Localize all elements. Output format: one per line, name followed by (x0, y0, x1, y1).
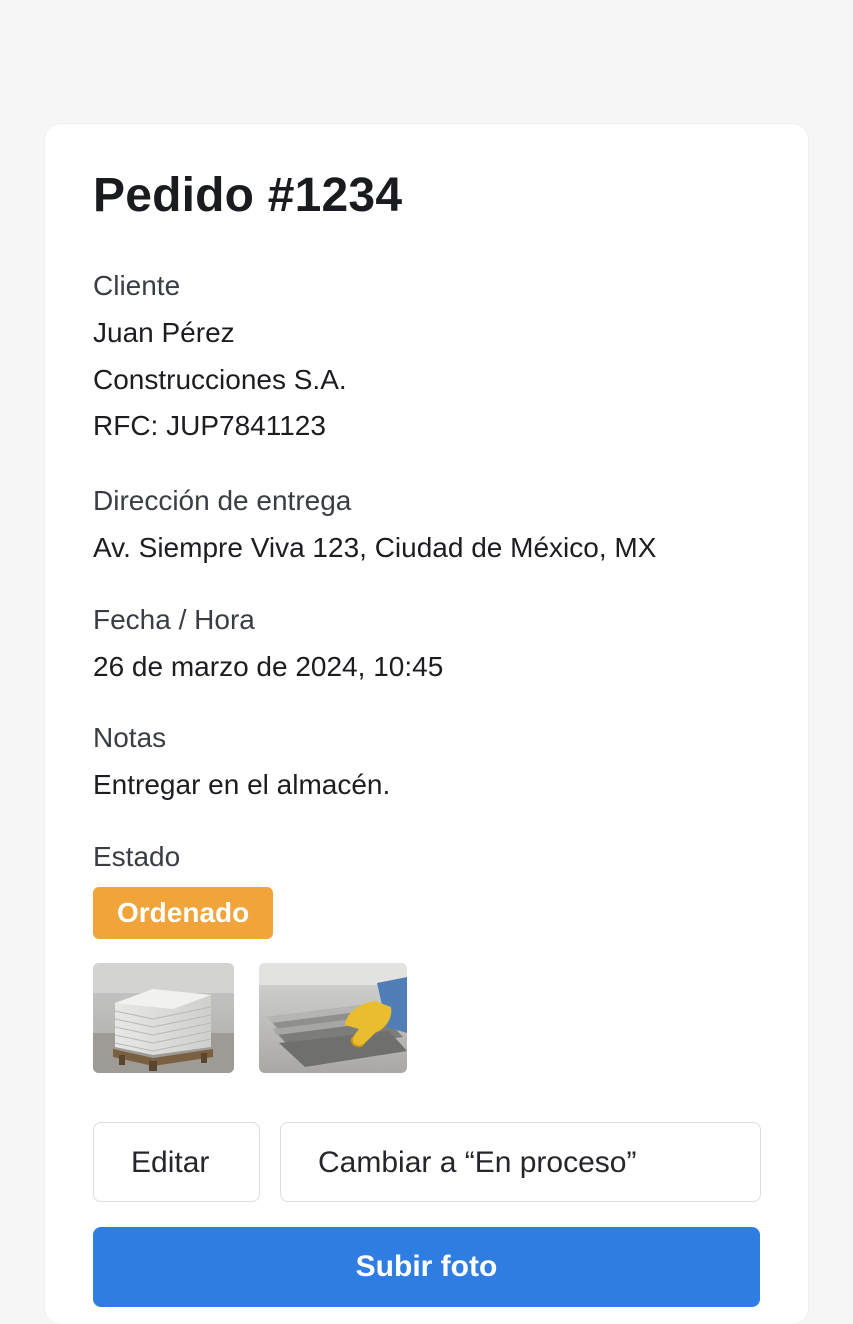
delivery-address: Av. Siempre Viva 123, Ciudad de México, … (93, 532, 657, 563)
status-label: Estado (93, 841, 181, 872)
status-badge: Ordenado (93, 887, 274, 939)
notes-value: Entregar en el almacén. (93, 769, 391, 800)
client-company: Construcciones S.A. (93, 364, 347, 395)
datetime-value: 26 de marzo de 2024, 10:45 (93, 651, 444, 682)
gloved-hand-slabs-image (259, 963, 407, 1073)
order-card: Pedido #1234 Cliente Juan Pérez Construc… (45, 124, 808, 1324)
datetime-label: Fecha / Hora (93, 604, 255, 635)
delivery-address-label: Dirección de entrega (93, 485, 352, 516)
pallet-slabs-image (93, 963, 234, 1073)
page-title: Pedido #1234 (93, 169, 403, 222)
upload-photo-button[interactable]: Subir foto (93, 1227, 760, 1307)
change-status-button[interactable]: Cambiar a “En proceso” (280, 1122, 761, 1202)
edit-button[interactable]: Editar (93, 1122, 260, 1202)
client-name: Juan Pérez (93, 317, 235, 348)
client-label: Cliente (93, 270, 181, 301)
client-rfc: RFC: JUP7841123 (93, 410, 326, 441)
notes-label: Notas (93, 722, 167, 753)
photo-thumbnail-pallet[interactable] (93, 963, 234, 1073)
photo-thumbnail-handling[interactable] (259, 963, 407, 1073)
